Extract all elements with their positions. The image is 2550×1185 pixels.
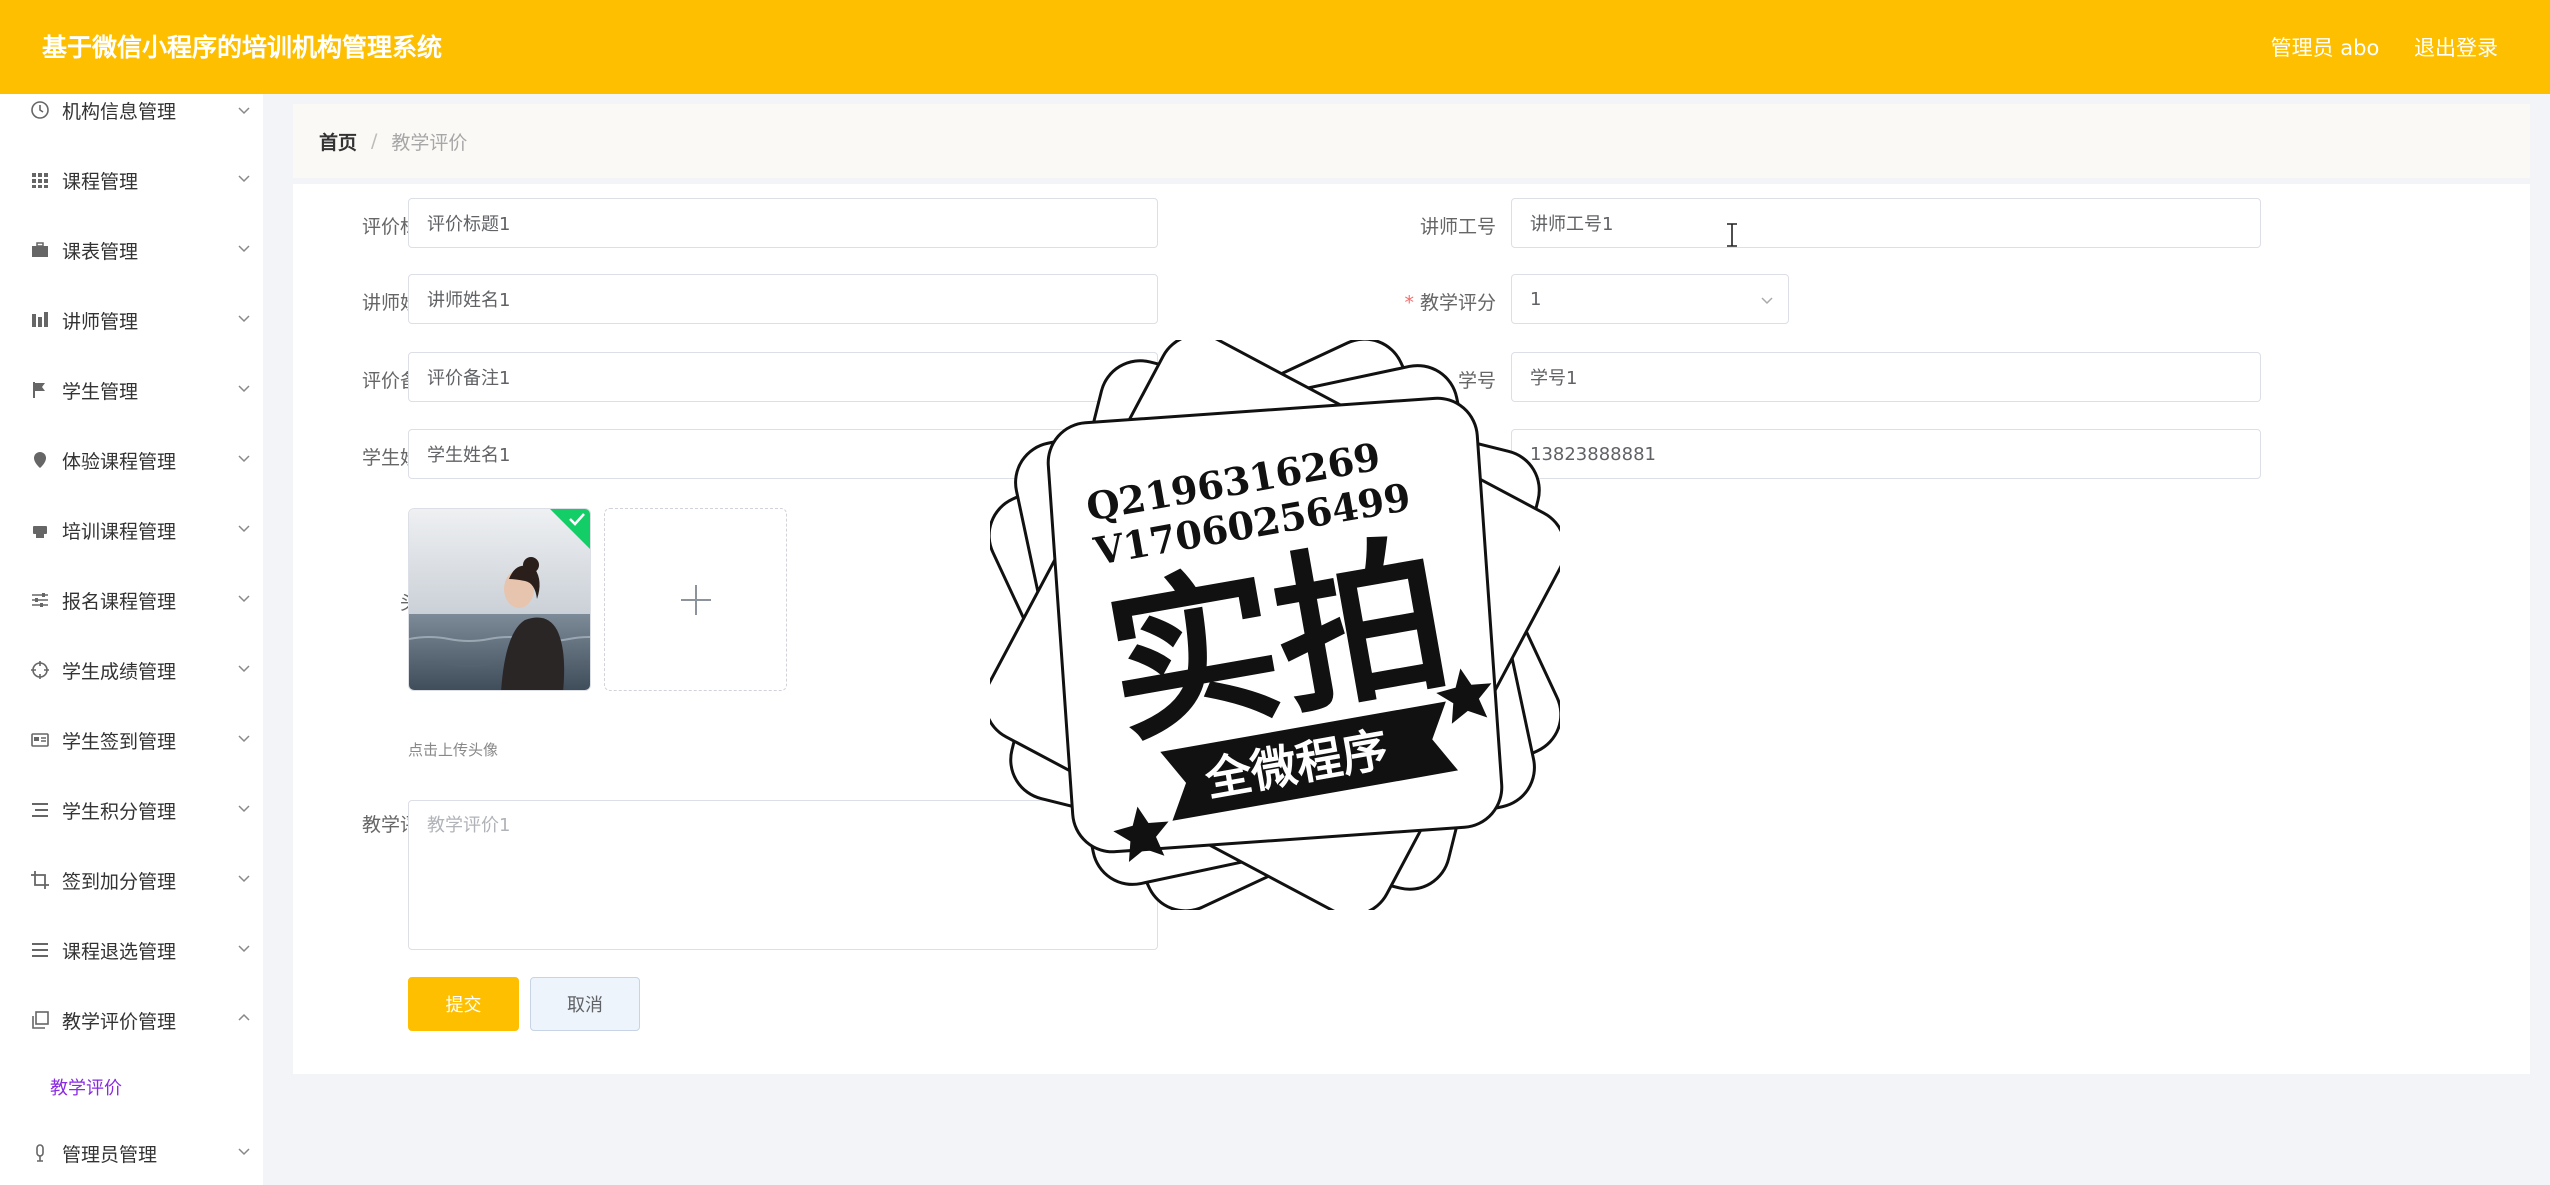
- score-label-text: 教学评分: [1419, 292, 1496, 314]
- sidebar-item-label: 签到加分管理: [62, 870, 177, 893]
- plus-icon: [680, 584, 711, 615]
- submit-button[interactable]: 提交: [408, 977, 519, 1031]
- chevron-down-icon: [238, 315, 250, 323]
- sidebar-item-label: 培训课程管理: [62, 520, 177, 543]
- sidebar-item-checkin[interactable]: 学生签到管理: [0, 712, 263, 768]
- breadcrumb-home-link[interactable]: 首页: [319, 128, 357, 155]
- breadcrumb-separator: /: [371, 130, 378, 152]
- sidebar-item-label: 体验课程管理: [62, 450, 177, 473]
- sidebar-item-label: 课程管理: [62, 170, 139, 193]
- sidebar-item-teaching-eval[interactable]: 教学评价管理: [0, 992, 263, 1048]
- sidebar-subitem-teaching-eval[interactable]: 教学评价: [50, 1074, 122, 1100]
- teacher-id-input[interactable]: 讲师工号1: [1511, 198, 2261, 248]
- chevron-down-icon: [238, 107, 250, 115]
- chevron-down-icon: [238, 385, 250, 393]
- score-select[interactable]: 1: [1511, 274, 1789, 324]
- app-title: 基于微信小程序的培训机构管理系统: [42, 33, 443, 62]
- menu-lines-icon: [30, 940, 50, 960]
- upload-success-icon: [550, 509, 590, 549]
- microphone-icon: [30, 1143, 50, 1163]
- sidebar-item-schedule[interactable]: 课表管理: [0, 222, 263, 278]
- copy-icon: [30, 1010, 50, 1030]
- cancel-button[interactable]: 取消: [530, 977, 640, 1031]
- sidebar-item-label: 学生签到管理: [62, 730, 177, 753]
- sidebar-item-enroll-course[interactable]: 报名课程管理: [0, 572, 263, 628]
- phone-input[interactable]: 13823888881: [1511, 429, 2261, 479]
- list-icon: [30, 800, 50, 820]
- chevron-down-icon: [238, 945, 250, 953]
- sidebar-item-course-drop[interactable]: 课程退选管理: [0, 922, 263, 978]
- chevron-down-icon: [238, 805, 250, 813]
- teacher-name-input[interactable]: 讲师姓名1: [408, 274, 1158, 324]
- sidebar-item-label: 机构信息管理: [62, 100, 177, 123]
- target-icon: [30, 660, 50, 680]
- chevron-down-icon: [238, 245, 250, 253]
- chevron-down-icon: [238, 735, 250, 743]
- required-mark: *: [1404, 292, 1414, 314]
- sidebar-item-training-course[interactable]: 培训课程管理: [0, 502, 263, 558]
- sidebar-item-label: 报名课程管理: [62, 590, 177, 613]
- sidebar-item-label: 教学评价管理: [62, 1010, 177, 1033]
- briefcase-icon: [30, 240, 50, 260]
- student-id-input[interactable]: 学号1: [1511, 352, 2261, 402]
- sidebar-item-label: 学生成绩管理: [62, 660, 177, 683]
- sidebar-item-label: 课表管理: [62, 240, 139, 263]
- sidebar-item-label: 学生管理: [62, 380, 139, 403]
- sidebar-item-points[interactable]: 学生积分管理: [0, 782, 263, 838]
- score-label: * 教学评分: [1346, 288, 1496, 315]
- flag-icon: [30, 380, 50, 400]
- crop-icon: [30, 870, 50, 890]
- chevron-down-icon: [238, 175, 250, 183]
- logout-link[interactable]: 退出登录: [2414, 36, 2498, 60]
- sidebar-item-label: 学生积分管理: [62, 800, 177, 823]
- sidebar-item-label: 管理员管理: [62, 1143, 158, 1166]
- watermark-stamp: Q2196316269 V17060256499 实拍 全微程序: [990, 340, 1560, 910]
- teacher-id-label: 讲师工号: [1419, 216, 1496, 238]
- location-pin-icon: [30, 450, 50, 470]
- sidebar-item-label: 讲师管理: [62, 310, 139, 333]
- chevron-down-icon: [238, 1148, 250, 1156]
- clock-icon: [30, 100, 50, 120]
- sidebar-item-trial-course[interactable]: 体验课程管理: [0, 432, 263, 488]
- chevron-down-icon: [238, 595, 250, 603]
- sidebar-item-label: 课程退选管理: [62, 940, 177, 963]
- breadcrumb: 首页 / 教学评价: [293, 104, 2530, 178]
- score-select-value: 1: [1530, 288, 1542, 310]
- chevron-down-icon: [238, 525, 250, 533]
- sidebar: 机构信息管理 课程管理 课表管理 讲师管理 学生管理 体验课程管理 培训课程管理…: [0, 94, 263, 1185]
- printer-icon: [30, 520, 50, 540]
- avatar-upload-button[interactable]: [604, 508, 787, 691]
- sidebar-item-admin[interactable]: 管理员管理: [0, 1125, 263, 1181]
- sidebar-item-checkin-bonus[interactable]: 签到加分管理: [0, 852, 263, 908]
- current-user-label[interactable]: 管理员 abo: [2271, 36, 2380, 60]
- sidebar-item-student[interactable]: 学生管理: [0, 362, 263, 418]
- sidebar-item-teacher[interactable]: 讲师管理: [0, 292, 263, 348]
- sidebar-item-course[interactable]: 课程管理: [0, 152, 263, 208]
- chevron-down-icon: [238, 875, 250, 883]
- id-card-icon: [30, 730, 50, 750]
- avatar-thumbnail[interactable]: [408, 508, 591, 691]
- breadcrumb-current: 教学评价: [391, 131, 468, 154]
- sliders-icon: [30, 590, 50, 610]
- chevron-up-icon: [238, 1013, 250, 1021]
- title-input[interactable]: 评价标题1: [408, 198, 1158, 248]
- chevron-down-icon: [238, 665, 250, 673]
- sidebar-item-grades[interactable]: 学生成绩管理: [0, 642, 263, 698]
- text-cursor-icon: [1727, 223, 1737, 247]
- avatar-upload-hint: 点击上传头像: [408, 741, 499, 759]
- chevron-down-icon: [238, 455, 250, 463]
- chart-bars-icon: [30, 310, 50, 330]
- top-header: 基于微信小程序的培训机构管理系统 管理员 abo 退出登录: [0, 0, 2550, 94]
- grid-icon: [30, 170, 50, 190]
- header-user-area: 管理员 abo 退出登录: [2243, 32, 2498, 62]
- sidebar-item-org-info[interactable]: 机构信息管理: [0, 94, 263, 126]
- chevron-down-icon: [1761, 297, 1773, 305]
